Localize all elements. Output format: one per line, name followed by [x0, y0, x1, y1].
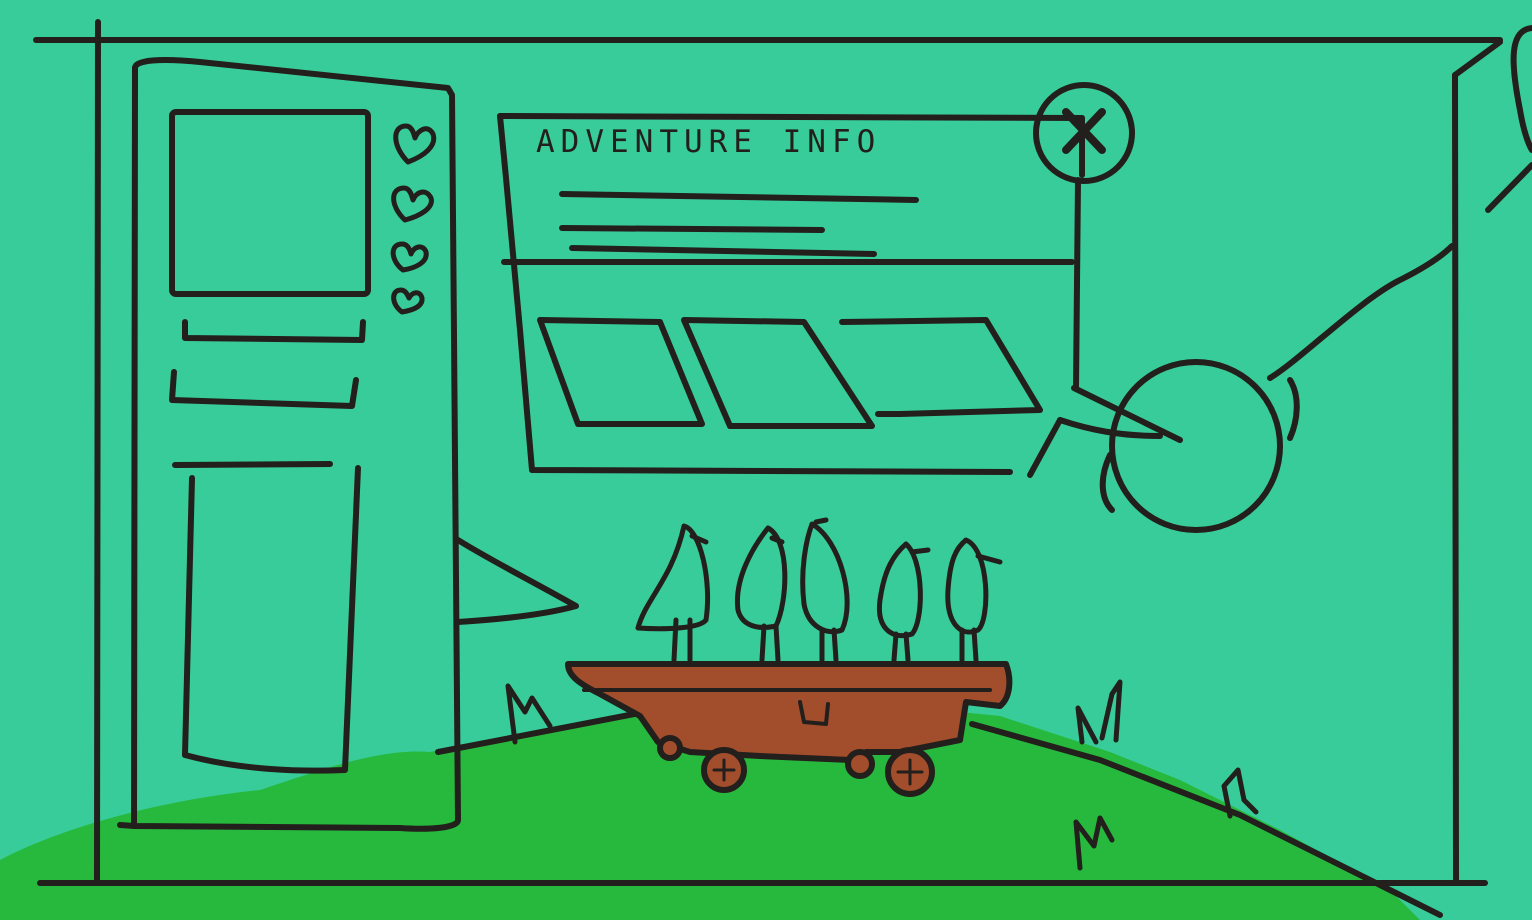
- close-button[interactable]: [1034, 83, 1134, 183]
- bird-group: [635, 517, 1003, 663]
- panel-pointer: [455, 537, 579, 625]
- text-line-1: [559, 191, 919, 203]
- game-sketch-screen: ADVENTURE INFO: [0, 0, 1532, 920]
- offscreen-sun: [1485, 25, 1532, 213]
- bird: [800, 521, 850, 663]
- thumbnail-1[interactable]: [540, 318, 700, 426]
- text-line-3: [569, 245, 877, 257]
- thumbnail-3[interactable]: [842, 318, 1038, 416]
- bird: [635, 523, 711, 663]
- inventory-box: [182, 465, 361, 774]
- text-line-2: [559, 225, 825, 233]
- bird: [876, 541, 923, 663]
- portrait-frame: [169, 109, 371, 297]
- info-panel-title: ADVENTURE INFO: [536, 124, 882, 160]
- bird: [734, 525, 788, 663]
- heart-icon: [390, 123, 437, 315]
- stat-bar-1: [182, 319, 366, 343]
- locator-button[interactable]: [1112, 362, 1280, 530]
- stat-bar-2: [169, 369, 359, 409]
- inventory-divider: [172, 461, 333, 468]
